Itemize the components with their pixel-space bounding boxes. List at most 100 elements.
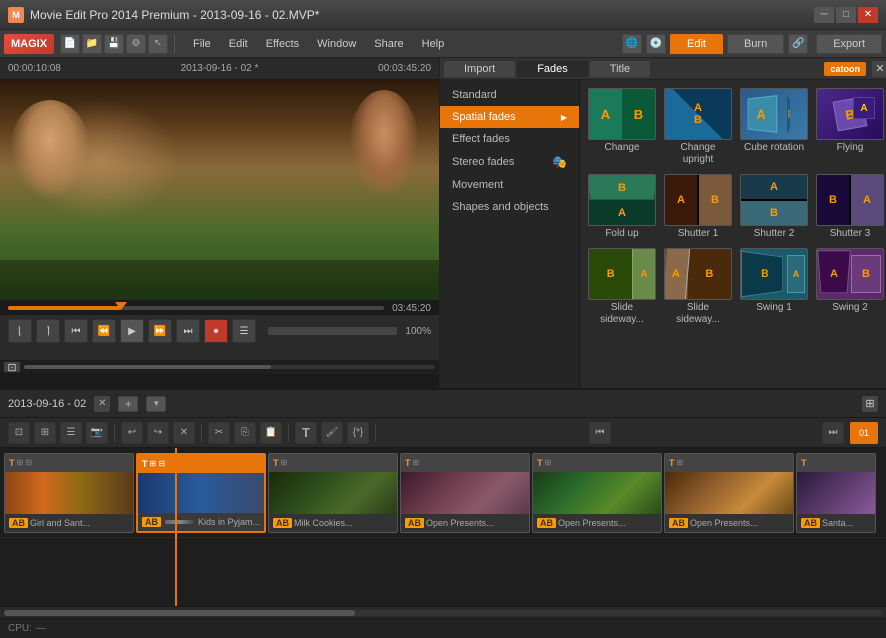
clip-5[interactable]: T ⊞ AB Open Presents... [532,453,662,533]
menu-shapes-objects[interactable]: Shapes and objects [440,196,579,218]
clip-3-thumb [269,472,397,514]
tl-undo-btn[interactable]: ↩ [121,422,143,444]
clip-7-header: T [797,454,875,472]
forward-button[interactable]: ⏩ [148,319,172,343]
tab-fades[interactable]: Fades [517,61,588,77]
settings-icon[interactable]: ⚙ [126,34,146,54]
timeline-dropdown-button[interactable]: ▼ [146,396,166,412]
effect-shutter-1[interactable]: A B Shutter 1 [664,174,732,240]
tab-edit[interactable]: Edit [670,34,723,54]
effect-change[interactable]: A B Change [588,88,656,166]
play-button[interactable]: ▶ [120,319,144,343]
timeline-tracks: T ⊞ ⊟ AB Girl and Sant... T ⊞ ⊟ [0,448,886,606]
close-button[interactable]: ✕ [858,7,878,23]
menu-standard[interactable]: Standard [440,84,579,106]
effect-cube-rotation[interactable]: A B Cube rotation [740,88,808,166]
volume-slider[interactable] [268,327,397,335]
clip-2-text-icon: T [142,459,148,469]
tl-paste-btn[interactable]: 📋 [260,422,282,444]
share-icon[interactable]: 🔗 [788,34,808,54]
maximize-button[interactable]: □ [836,7,856,23]
effects-body: Standard Spatial fades ▶ Effect fades St… [440,80,886,388]
tl-prev-btn[interactable]: ⏮ [589,422,611,444]
mark-in-button[interactable]: ⌊ [8,319,32,343]
menu-file[interactable]: File [185,36,219,52]
tl-sep-4 [375,424,376,442]
export-button[interactable]: Export [816,34,882,54]
tl-cut-btn[interactable]: ✂ [208,422,230,444]
online-icon[interactable]: 🌐 [622,34,642,54]
clip-4[interactable]: T ⊞ AB Open Presents... [400,453,530,533]
effect-swing-1[interactable]: B A Swing 1 [740,248,808,326]
mark-out-button[interactable]: ⌉ [36,319,60,343]
effect-shutter-3[interactable]: B A Shutter 3 [816,174,884,240]
effect-slide-2[interactable]: A B Slide sideway... [664,248,732,326]
tl-redo-btn[interactable]: ↪ [147,422,169,444]
timeline-scrollbar[interactable] [0,606,886,618]
timeline-close-button[interactable]: ✕ [94,396,110,412]
effects-row-1: A B Change A B [588,88,884,166]
clip-2[interactable]: T ⊞ ⊟ AB Kids in Pyjam... [136,453,266,533]
tl-snap-btn[interactable]: {*} [347,422,369,444]
effect-swing-2[interactable]: A B Swing 2 [816,248,884,326]
cursor-icon[interactable]: ↖ [148,34,168,54]
effect-slide-1[interactable]: B A Slide sideway... [588,248,656,326]
clip-2-ab: AB [142,517,161,527]
menu-edit[interactable]: Edit [221,36,256,52]
menu-spatial-fades[interactable]: Spatial fades ▶ [440,106,579,128]
timeline-maximize-icon[interactable]: ⊞ [862,396,878,412]
title-bar-left: M Movie Edit Pro 2014 Premium - 2013-09-… [8,7,319,23]
next-frame-button[interactable]: ⏭ [176,319,200,343]
effect-shutter-2[interactable]: A B Shutter 2 [740,174,808,240]
progress-bar[interactable]: 03:45:20 [0,301,439,315]
save-icon[interactable]: 💾 [104,34,124,54]
tl-next-btn[interactable]: ⏭ [822,422,844,444]
clip-7[interactable]: T AB Santa... [796,453,876,533]
tl-brush-btn[interactable]: 🖌 [321,422,343,444]
effect-flying[interactable]: B A Flying [816,88,884,166]
disc-icon[interactable]: 💿 [646,34,666,54]
menu-movement[interactable]: Movement [440,174,579,196]
progress-track[interactable] [8,306,384,310]
clip-7-ab: AB [801,518,820,528]
clip-3[interactable]: T ⊞ AB Milk Cookies... [268,453,398,533]
tl-grid-btn[interactable]: ⊞ [34,422,56,444]
tl-counter-btn[interactable]: 01 [850,422,878,444]
menu-window[interactable]: Window [309,36,364,52]
rewind-button[interactable]: ⏪ [92,319,116,343]
tl-list-btn[interactable]: ☰ [60,422,82,444]
record-button[interactable]: ⏺ [204,319,228,343]
tl-camera-btn[interactable]: 📷 [86,422,108,444]
open-icon[interactable]: 📁 [82,34,102,54]
tl-view-btn[interactable]: ⊡ [8,422,30,444]
effect-fold-up[interactable]: B A Fold up [588,174,656,240]
new-icon[interactable]: 📄 [60,34,80,54]
clip-6[interactable]: T ⊞ AB Open Presents... [664,453,794,533]
effects-panel-close[interactable]: ✕ [872,61,886,77]
scroll-track[interactable] [4,610,882,616]
clip-5-footer: AB Open Presents... [533,514,661,532]
tl-text-btn[interactable]: T [295,422,317,444]
menu-help[interactable]: Help [414,36,453,52]
loop-button[interactable]: ☰ [232,319,256,343]
menu-share[interactable]: Share [366,36,411,52]
tab-import[interactable]: Import [444,61,515,77]
window-controls[interactable]: ─ □ ✕ [814,7,878,23]
menu-effect-fades[interactable]: Effect fades [440,128,579,150]
clip-1[interactable]: T ⊞ ⊟ AB Girl and Sant... [4,453,134,533]
effect-change-thumb: A B [588,88,656,140]
tab-title[interactable]: Title [590,61,650,77]
preview-view-icon[interactable]: ⊡ [4,362,20,372]
tl-copy-btn[interactable]: ⎘ [234,422,256,444]
menu-effects[interactable]: Effects [258,36,307,52]
tl-delete-btn[interactable]: ✕ [173,422,195,444]
menu-stereo-fades[interactable]: Stereo fades 🎭 [440,150,579,174]
effect-change-upright[interactable]: A B Change upright [664,88,732,166]
tab-burn[interactable]: Burn [727,34,784,54]
preview-scroll[interactable] [24,365,435,369]
timeline-header: 2013-09-16 - 02 ✕ + ▼ ⊞ [0,390,886,418]
clip-7-label: Santa... [822,518,853,528]
prev-frame-button[interactable]: ⏮ [64,319,88,343]
minimize-button[interactable]: ─ [814,7,834,23]
timeline-add-track-button[interactable]: + [118,396,138,412]
